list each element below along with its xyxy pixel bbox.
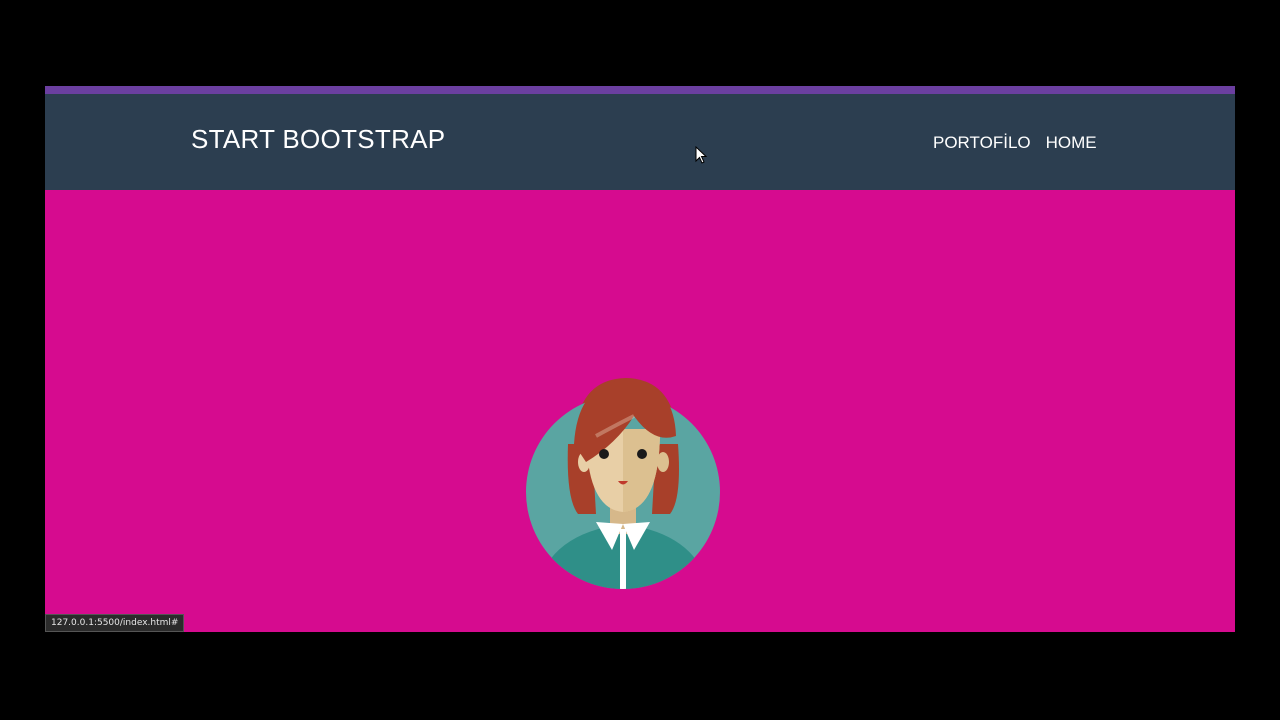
status-bar-url: 127.0.0.1:5500/index.html# [45, 614, 185, 632]
mouse-cursor-icon [695, 146, 707, 164]
nav-link-home[interactable]: HOME [1046, 133, 1097, 153]
nav-link-portfolio[interactable]: PORTOFİLO [933, 133, 1031, 153]
accent-bar [45, 86, 1235, 94]
browser-viewport: START BOOTSTRAP PORTOFİLO HOME [45, 86, 1235, 632]
nav-links: PORTOFİLO HOME [933, 133, 1097, 153]
navbar: START BOOTSTRAP PORTOFİLO HOME [45, 94, 1235, 190]
woman-avatar-icon [526, 378, 720, 589]
brand-link[interactable]: START BOOTSTRAP [191, 124, 445, 155]
